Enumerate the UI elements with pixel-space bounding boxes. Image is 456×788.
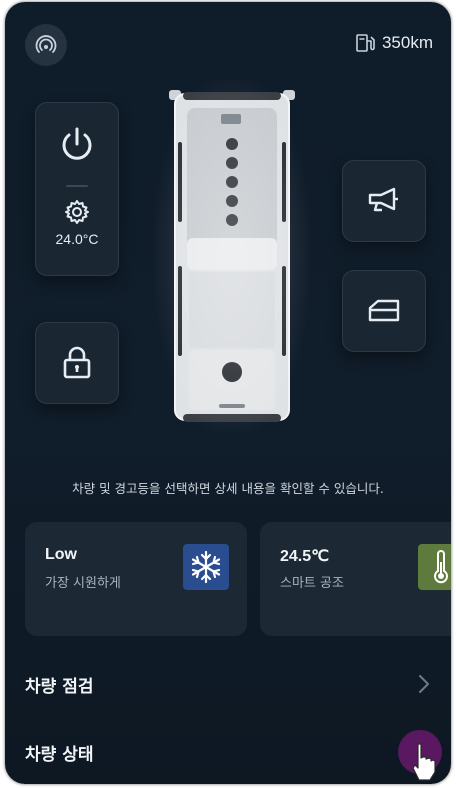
power-icon	[62, 127, 92, 160]
snowflake-icon	[191, 550, 221, 584]
hint-text: 차량 및 경고등을 선택하면 상세 내용을 확인할 수 있습니다.	[72, 481, 384, 496]
card-subtitle: 가장 시원하게	[45, 576, 121, 591]
horn-button[interactable]	[342, 160, 426, 242]
fuel-pump-icon	[356, 34, 375, 52]
chevron-right-icon	[419, 675, 429, 693]
driving-range: 350km	[354, 32, 433, 54]
lock-icon	[63, 346, 91, 379]
power-button[interactable]	[57, 125, 97, 169]
thermometer-icon	[434, 550, 448, 584]
smart-climate-card[interactable]: 24.5℃ 스마트 공조	[260, 522, 451, 636]
car-glow	[155, 80, 309, 432]
card-title: 24.5℃	[280, 548, 330, 565]
vehicle-check-row[interactable]: 차량 점검	[25, 664, 431, 704]
window-icon	[368, 299, 400, 322]
horn-icon	[368, 187, 398, 212]
gear-icon	[65, 200, 89, 224]
thermometer-badge	[418, 544, 451, 590]
card-subtitle: 스마트 공조	[280, 576, 344, 591]
window-button[interactable]	[342, 270, 426, 352]
tap-hand-icon	[412, 743, 436, 781]
divider	[66, 185, 88, 187]
vehicle-top-view[interactable]	[155, 80, 309, 432]
menu-label: 차량 점검	[25, 676, 94, 697]
signal-icon	[35, 35, 57, 53]
menu-label: 차량 상태	[25, 744, 94, 765]
climate-temperature: 24.0°C	[55, 231, 99, 247]
climate-mode-card[interactable]: Low 가장 시원하게	[25, 522, 247, 636]
vehicle-status-row[interactable]: 차량 상태	[25, 732, 431, 772]
snowflake-badge	[183, 544, 229, 590]
remote-signal-button[interactable]	[25, 24, 67, 66]
range-value: 350km	[381, 33, 433, 52]
app-screen: 350km 24.0°C 차량 및 경고등을 선택하면 상세 내용을 확인할 수…	[5, 2, 451, 784]
floating-action-button[interactable]	[398, 730, 442, 781]
card-title: Low	[45, 546, 77, 563]
door-lock-button[interactable]	[35, 322, 119, 404]
climate-control-tile[interactable]: 24.0°C	[35, 102, 119, 276]
